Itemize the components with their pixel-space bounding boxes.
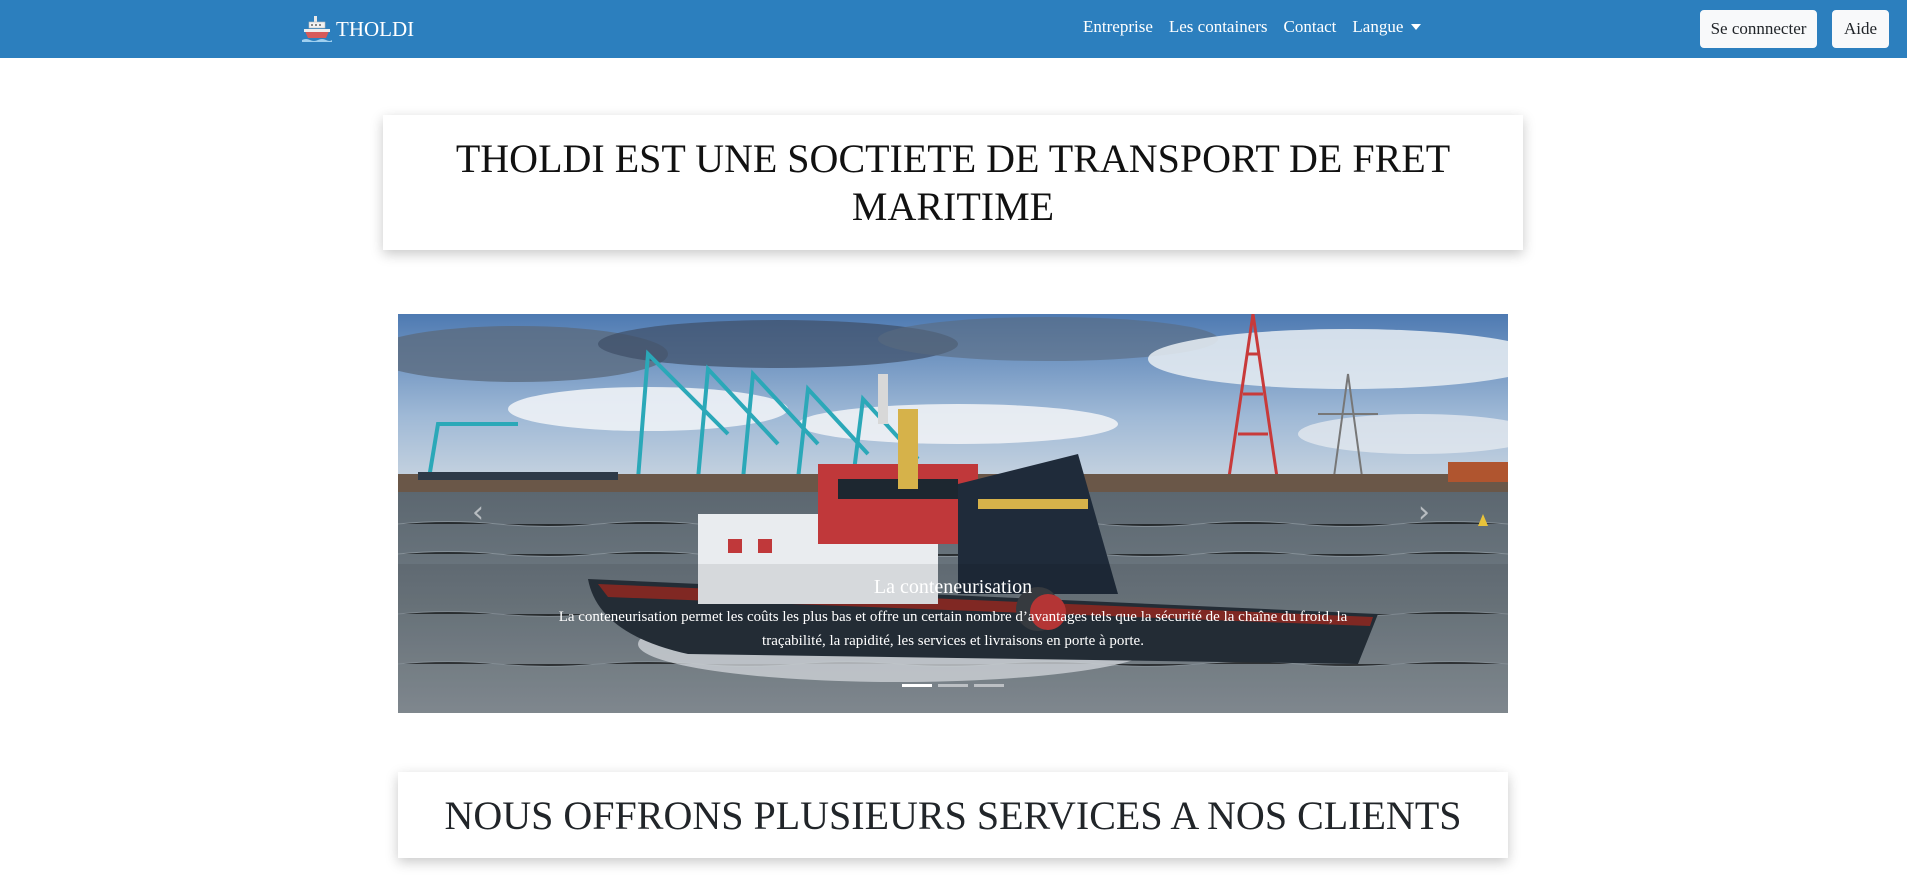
carousel-indicators	[398, 684, 1508, 687]
services-title: NOUS OFFRONS PLUSIEURS SERVICES A NOS CL…	[444, 792, 1462, 838]
login-button[interactable]: Se connnecter	[1700, 10, 1817, 48]
help-button[interactable]: Aide	[1832, 10, 1889, 48]
chevron-left-icon: ‹	[472, 494, 484, 530]
brand-name: THOLDI	[336, 16, 415, 41]
carousel-indicator-2[interactable]	[938, 684, 968, 687]
carousel-indicator-1[interactable]	[902, 684, 932, 687]
carousel-caption-text: La conteneurisation permet les coûts les…	[558, 609, 1348, 649]
top-navbar: THOLDI Entreprise Les containers Contact…	[0, 0, 1907, 58]
chevron-right-icon: ›	[1418, 494, 1430, 530]
ship-icon	[302, 14, 332, 44]
language-dropdown[interactable]: Langue	[1352, 17, 1422, 37]
carousel-next-button[interactable]: ›	[1412, 494, 1436, 530]
language-dropdown-label: Langue	[1352, 17, 1404, 36]
carousel-prev-button[interactable]: ‹	[466, 494, 490, 530]
carousel-indicator-3[interactable]	[974, 684, 1004, 687]
brand-link[interactable]: THOLDI	[302, 12, 414, 46]
tugboat-harbor-photo	[398, 314, 1508, 713]
hero-title-card: THOLDI EST UNE SOCTIETE DE TRANSPORT DE …	[383, 115, 1523, 250]
nav-link-contact[interactable]: Contact	[1284, 17, 1337, 37]
services-title-card: NOUS OFFRONS PLUSIEURS SERVICES A NOS CL…	[398, 772, 1508, 858]
nav-link-containers[interactable]: Les containers	[1169, 17, 1268, 37]
hero-title: THOLDI EST UNE SOCTIETE DE TRANSPORT DE …	[455, 135, 1451, 229]
image-carousel: ‹ › La conteneurisation La conteneurisat…	[398, 314, 1508, 713]
main-nav: Entreprise Les containers Contact Langue	[1083, 17, 1437, 37]
caret-down-icon	[1411, 24, 1422, 30]
carousel-caption-title: La conteneurisation	[873, 576, 1033, 598]
carousel-caption: La conteneurisation La conteneurisation …	[548, 576, 1358, 653]
nav-link-entreprise[interactable]: Entreprise	[1083, 17, 1153, 37]
